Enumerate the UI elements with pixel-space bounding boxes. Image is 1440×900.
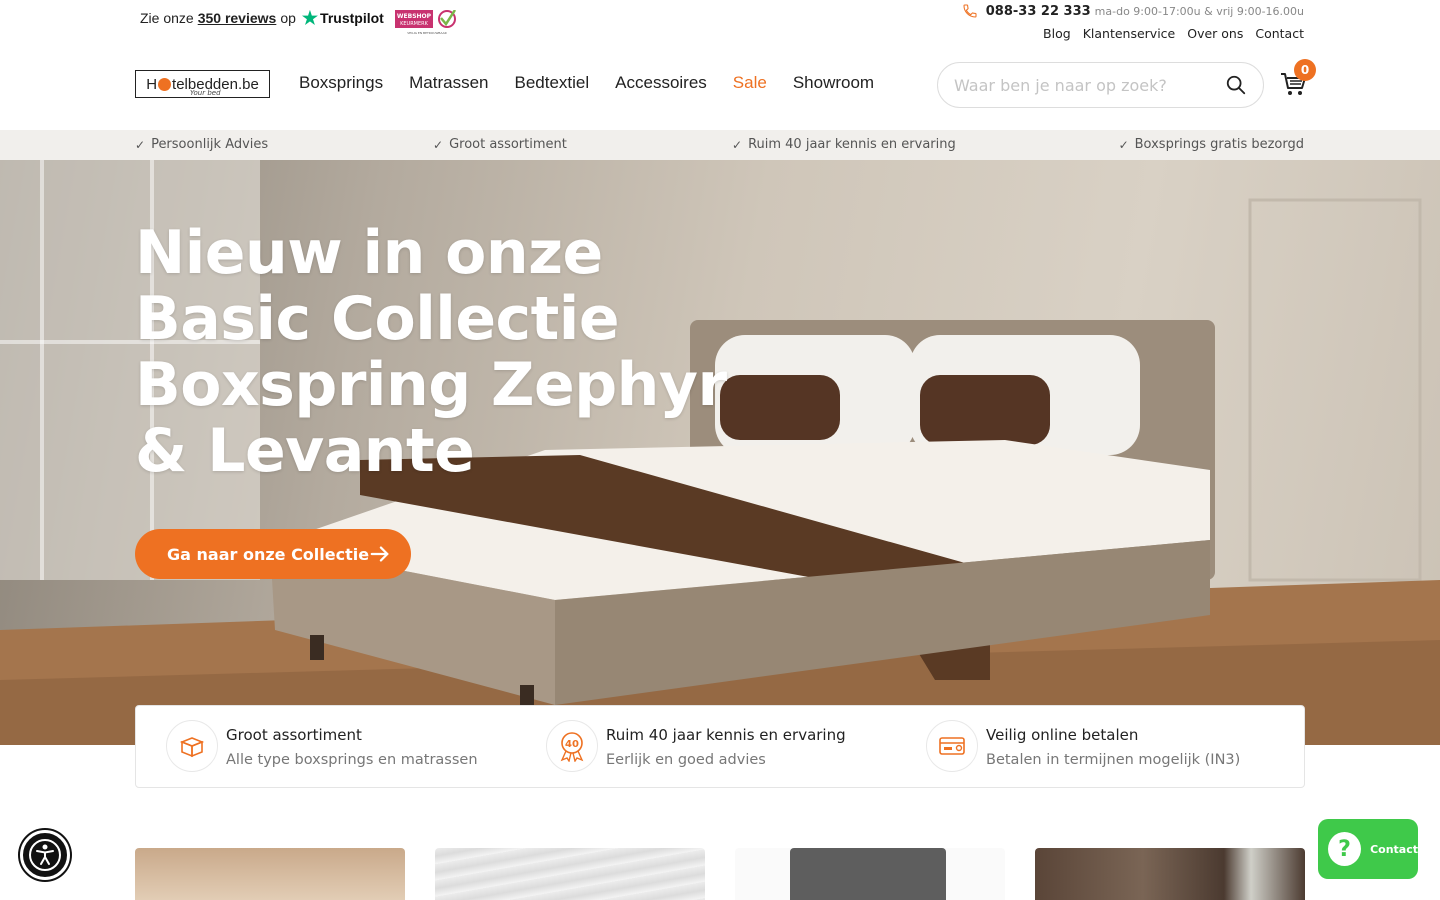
- phone-icon: [963, 4, 977, 18]
- link-blog[interactable]: Blog: [1043, 26, 1071, 41]
- nav-bedtextiel[interactable]: Bedtextiel: [514, 73, 589, 93]
- usp-item: ✓ Ruim 40 jaar kennis en ervaring: [732, 137, 956, 152]
- hero-title-line: Basic Collectie: [135, 284, 620, 354]
- keurmerk-line3: VEILIG EN BETROUWBAAR: [407, 31, 447, 35]
- main-nav: Boxsprings Matrassen Bedtextiel Accessoi…: [299, 73, 874, 93]
- main-header: H telbedden.be Your bed Boxsprings Matra…: [0, 48, 1440, 130]
- feature-item: Veilig online betalen Betalen in termijn…: [926, 720, 1240, 772]
- usp-item: ✓ Boxsprings gratis bezorgd: [1119, 137, 1304, 152]
- hero-title: Nieuw in onze Basic Collectie Boxspring …: [135, 220, 755, 484]
- accessibility-icon: [29, 839, 61, 871]
- keurmerk-line1: WEBSHOP: [397, 13, 432, 20]
- link-contact[interactable]: Contact: [1255, 26, 1304, 41]
- hero-title-line: Nieuw in onze: [135, 218, 603, 288]
- hero-title-line: Boxspring Zephyr: [135, 350, 727, 420]
- trustpilot-label: Trustpilot: [320, 10, 384, 26]
- phone-contact: 088-33 22 333 ma-do 9:00-17:00u & vrij 9…: [962, 3, 1304, 19]
- cta-label: Ga naar onze Collectie: [167, 544, 370, 564]
- link-over-ons[interactable]: Over ons: [1187, 26, 1243, 41]
- logo-tagline: Your bed: [190, 89, 221, 97]
- feature-title: Groot assortiment: [226, 726, 362, 744]
- usp-label: Boxsprings gratis bezorgd: [1134, 137, 1304, 152]
- webshop-keurmerk-logo[interactable]: WEBSHOP KEURMERK VEILIG EN BETROUWBAAR: [395, 10, 459, 35]
- logo-o-icon: [158, 77, 172, 91]
- logo-text-pre: H: [146, 75, 158, 93]
- trustpilot-logo[interactable]: ★ Trustpilot: [302, 9, 384, 27]
- usp-label: Groot assortiment: [449, 137, 567, 152]
- feature-bar: Groot assortiment Alle type boxsprings e…: [135, 705, 1305, 788]
- award-40-icon: 40: [546, 720, 598, 772]
- hero-title-line: & Levante: [135, 416, 475, 486]
- accessibility-button[interactable]: [20, 830, 70, 880]
- category-tile-image[interactable]: [735, 848, 1005, 900]
- check-icon: ✓: [732, 137, 743, 152]
- usp-label: Persoonlijk Advies: [151, 137, 269, 152]
- arrow-right-icon: [370, 546, 389, 562]
- category-tile-image[interactable]: [135, 848, 405, 900]
- check-icon: ✓: [135, 137, 146, 152]
- link-klantenservice[interactable]: Klantenservice: [1083, 26, 1176, 41]
- usp-label: Ruim 40 jaar kennis en ervaring: [748, 137, 956, 152]
- check-icon: ✓: [1118, 137, 1129, 152]
- nav-boxsprings[interactable]: Boxsprings: [299, 73, 383, 93]
- feature-title: Veilig online betalen: [986, 726, 1139, 744]
- feature-subtitle: Betalen in termijnen mogelijk (IN3): [986, 752, 1241, 768]
- feature-item: Groot assortiment Alle type boxsprings e…: [166, 720, 478, 772]
- search-icon[interactable]: [1225, 74, 1247, 96]
- contact-widget-label: Contact: [1370, 842, 1418, 856]
- usp-strip: ✓ Persoonlijk Advies ✓ Groot assortiment…: [0, 130, 1440, 160]
- utility-links: Blog Klantenservice Over ons Contact: [1043, 26, 1304, 41]
- category-tile-image[interactable]: [435, 848, 705, 900]
- usp-item: ✓ Persoonlijk Advies: [135, 137, 268, 152]
- hero-banner: Nieuw in onze Basic Collectie Boxspring …: [0, 160, 1440, 745]
- reviews-link[interactable]: 350 reviews: [198, 10, 277, 26]
- phone-number[interactable]: 088-33 22 333: [986, 4, 1091, 19]
- trustpilot-reviews: Zie onze 350 reviews op ★ Trustpilot: [140, 9, 384, 27]
- top-utility-bar: Zie onze 350 reviews op ★ Trustpilot WEB…: [0, 0, 1440, 48]
- nav-showroom[interactable]: Showroom: [793, 73, 874, 93]
- nav-accessoires[interactable]: Accessoires: [615, 73, 707, 93]
- contact-chat-widget[interactable]: ? Contact: [1318, 819, 1418, 879]
- cart-count-badge: 0: [1294, 59, 1316, 81]
- feature-subtitle: Eerlijk en goed advies: [606, 752, 766, 768]
- payment-card-icon: [926, 720, 978, 772]
- feature-title: Ruim 40 jaar kennis en ervaring: [606, 726, 846, 744]
- trustpilot-star-icon: ★: [301, 8, 319, 28]
- box-icon: [166, 720, 218, 772]
- search-input[interactable]: [954, 75, 1225, 95]
- trust-suffix: op: [280, 10, 296, 26]
- usp-item: ✓ Groot assortiment: [433, 137, 567, 152]
- trust-prefix: Zie onze: [140, 10, 194, 26]
- collection-cta-button[interactable]: Ga naar onze Collectie: [135, 529, 411, 579]
- opening-hours: ma-do 9:00-17:00u & vrij 9:00-16.00u: [1094, 4, 1304, 18]
- feature-subtitle: Alle type boxsprings en matrassen: [226, 752, 478, 768]
- award-badge-number: 40: [565, 739, 579, 750]
- category-tile-image[interactable]: [1035, 848, 1305, 900]
- nav-matrassen[interactable]: Matrassen: [409, 73, 488, 93]
- headboard-image: [790, 848, 946, 900]
- nav-sale[interactable]: Sale: [733, 73, 767, 93]
- feature-item: 40 Ruim 40 jaar kennis en ervaring Eerli…: [546, 720, 846, 772]
- search-bar: [937, 62, 1264, 108]
- question-icon: ?: [1328, 832, 1362, 866]
- check-icon: ✓: [433, 137, 444, 152]
- keurmerk-line2: KEURMERK: [400, 21, 429, 27]
